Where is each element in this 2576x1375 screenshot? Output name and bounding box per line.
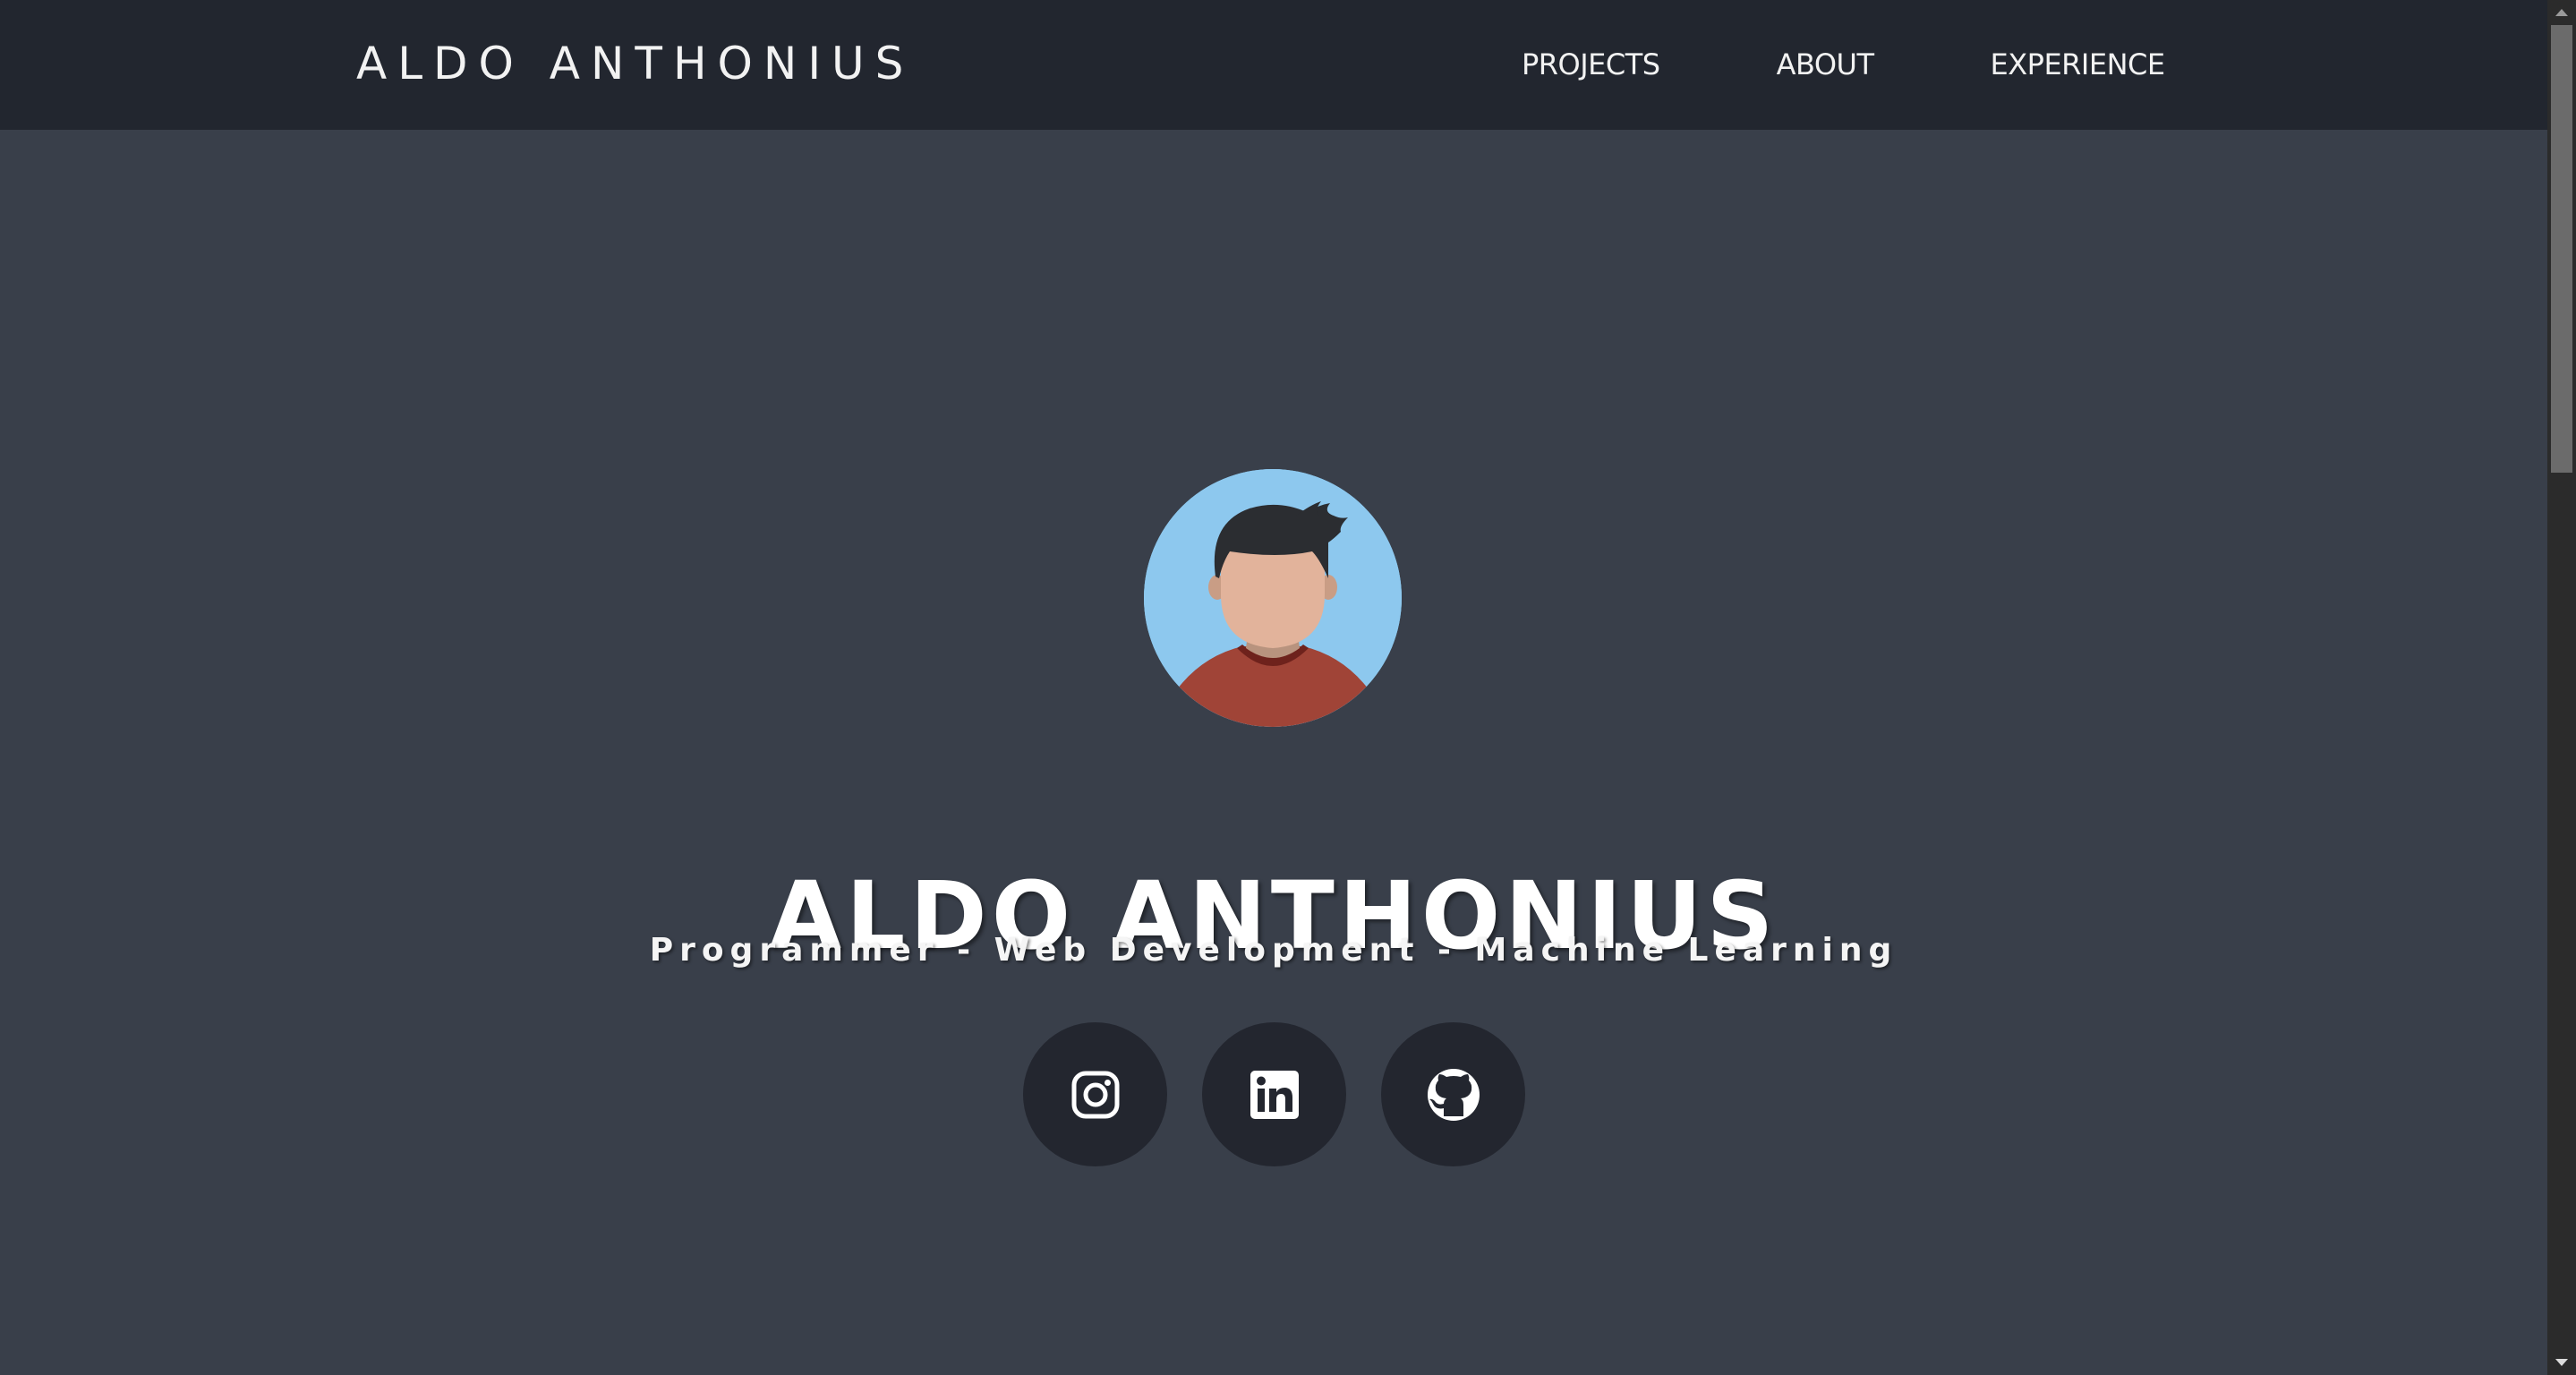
nav-links: PROJECTS ABOUT EXPERIENCE bbox=[1522, 39, 2165, 90]
linkedin-button[interactable] bbox=[1202, 1022, 1346, 1166]
hero-section: ALDO ANTHONIUS Programmer - Web Developm… bbox=[0, 130, 2547, 1375]
scrollbar-thumb[interactable] bbox=[2551, 25, 2572, 473]
github-button[interactable] bbox=[1381, 1022, 1525, 1166]
nav-link-projects[interactable]: PROJECTS bbox=[1522, 47, 1660, 81]
github-icon bbox=[1427, 1068, 1480, 1121]
avatar bbox=[1144, 469, 1402, 727]
brand-logo-link[interactable]: ALDO ANTHONIUS bbox=[356, 36, 914, 91]
instagram-icon bbox=[1071, 1071, 1119, 1118]
scroll-up-arrow-icon[interactable] bbox=[2547, 0, 2576, 25]
vertical-scrollbar[interactable] bbox=[2547, 0, 2576, 1375]
linkedin-icon bbox=[1250, 1070, 1299, 1119]
hero-subtitle: Programmer - Web Development - Machine L… bbox=[649, 932, 1898, 969]
page: ALDO ANTHONIUS PROJECTS ABOUT EXPERIENCE bbox=[0, 0, 2547, 1375]
instagram-button[interactable] bbox=[1023, 1022, 1167, 1166]
social-links bbox=[1023, 1022, 1525, 1166]
nav-link-about[interactable]: ABOUT bbox=[1777, 47, 1874, 81]
navbar: ALDO ANTHONIUS PROJECTS ABOUT EXPERIENCE bbox=[0, 0, 2547, 130]
scroll-down-arrow-icon[interactable] bbox=[2547, 1350, 2576, 1375]
avatar-illustration-icon bbox=[1144, 469, 1402, 727]
nav-link-experience[interactable]: EXPERIENCE bbox=[1991, 47, 2166, 81]
